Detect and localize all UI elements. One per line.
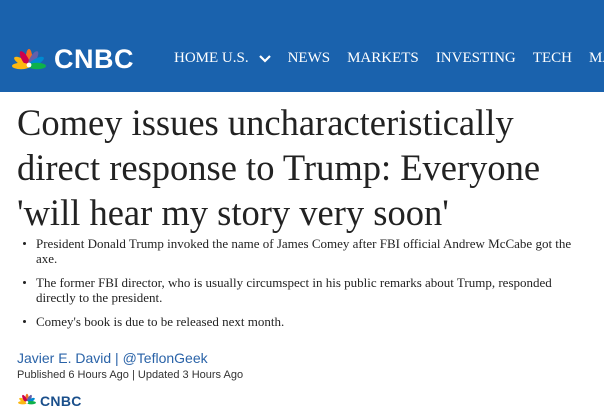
key-point: Comey's book is due to be released next … (17, 314, 587, 329)
publish-timestamp: Published 6 Hours Ago | Updated 3 Hours … (17, 369, 244, 381)
nav-home-us-label: HOME U.S. (174, 50, 249, 66)
nav-home-us[interactable]: HOME U.S. (174, 50, 271, 67)
byline-separator: | (115, 350, 119, 366)
nav-news[interactable]: NEWS (288, 50, 331, 67)
byline: Javier E. David | @TeflonGeek (17, 350, 208, 366)
article-headline: Comey issues uncharacteristically direct… (17, 102, 541, 233)
cnbc-logo[interactable]: CNBC (10, 44, 134, 75)
bullet-icon (23, 281, 26, 284)
peacock-icon (10, 44, 48, 75)
nav-markets[interactable]: MARKETS (347, 50, 419, 67)
footer-logo-wordmark: CNBC (40, 392, 82, 409)
logo-wordmark: CNBC (54, 44, 134, 74)
nav-investing[interactable]: INVESTING (436, 50, 516, 67)
key-points-list: President Donald Trump invoked the name … (17, 236, 587, 338)
key-point-text: The former FBI director, who is usually … (36, 275, 552, 305)
twitter-handle-link[interactable]: @TeflonGeek (123, 350, 208, 366)
bullet-icon (23, 320, 26, 323)
footer-cnbc-logo: CNBC (17, 391, 82, 410)
nav-tech[interactable]: TECH (533, 50, 572, 67)
key-point-text: Comey's book is due to be released next … (36, 314, 285, 329)
key-point: President Donald Trump invoked the name … (17, 236, 587, 266)
author-link[interactable]: Javier E. David (17, 350, 111, 366)
peacock-icon (17, 391, 37, 410)
chevron-down-icon[interactable] (258, 54, 271, 63)
key-point-text: President Donald Trump invoked the name … (36, 236, 572, 266)
nav-make-it[interactable]: MAKE IT (589, 50, 604, 67)
top-navigation-bar: CNBC HOME U.S. NEWS MARKETS INVESTING TE… (0, 0, 604, 92)
main-nav: HOME U.S. NEWS MARKETS INVESTING TECH MA… (174, 50, 604, 67)
bullet-icon (23, 242, 26, 245)
key-point: The former FBI director, who is usually … (17, 275, 587, 305)
